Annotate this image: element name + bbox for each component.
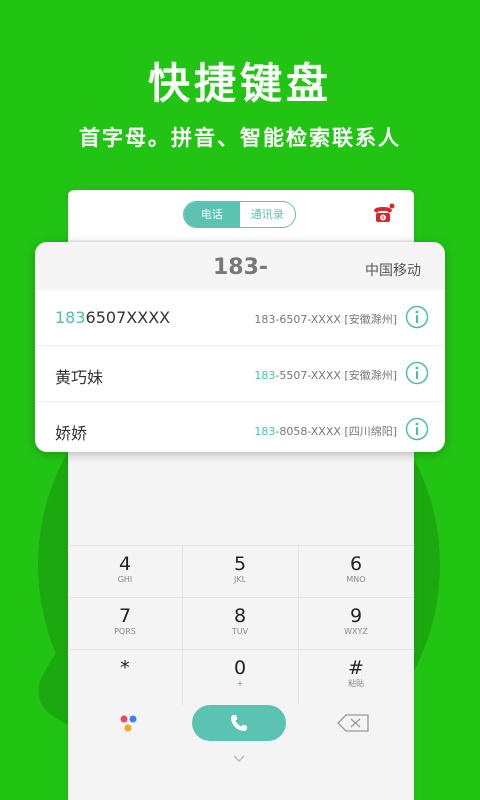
info-icon[interactable]: [405, 417, 429, 441]
hide-keypad-icon[interactable]: [231, 753, 247, 765]
key-hash[interactable]: # 粘贴: [299, 651, 413, 701]
svg-text:¥: ¥: [381, 216, 384, 222]
result-row[interactable]: 娇娇 183-8058-XXXX [四川绵阳]: [35, 402, 445, 452]
key-star[interactable]: *: [68, 651, 182, 701]
tab-switcher: 电话 通讯录: [183, 201, 296, 228]
tab-phone[interactable]: 电话: [184, 202, 240, 227]
result-detail: 183-8058-XXXX [四川绵阳]: [254, 425, 397, 438]
red-telephone-icon[interactable]: ¥: [371, 203, 395, 225]
key-0[interactable]: 0 +: [183, 651, 297, 701]
result-name: 娇娇: [55, 424, 88, 443]
tab-contacts[interactable]: 通讯录: [240, 202, 296, 227]
backspace-icon[interactable]: [336, 713, 372, 733]
keypad-divider: [68, 545, 414, 546]
key-9[interactable]: 9 WXYZ: [299, 599, 413, 649]
info-icon[interactable]: [405, 361, 429, 385]
call-button[interactable]: [192, 705, 286, 741]
key-8[interactable]: 8 TUV: [183, 599, 297, 649]
typed-number: 183-: [213, 255, 269, 280]
result-row[interactable]: 1836507XXXX 183-6507-XXXX [安徽滁州]: [35, 290, 445, 346]
result-name: 黄巧妹: [55, 368, 104, 387]
dialer-header: 电话 通讯录 ¥: [68, 190, 414, 240]
keypad-divider: [68, 649, 414, 650]
colored-dots-icon[interactable]: [118, 713, 138, 735]
dial-keypad: 4 GHI 5 JKL 6 MNO 7 PQRS 8 TUV 9 WXYZ * 0 + # 粘贴: [68, 545, 414, 705]
keypad-divider: [68, 597, 414, 598]
phone-handset-icon: [231, 715, 247, 731]
result-detail: 183-5507-XXXX [安徽滁州]: [254, 369, 397, 382]
promo-title: 快捷键盘: [147, 59, 332, 108]
result-detail: 183-6507-XXXX [安徽滁州]: [254, 313, 397, 326]
key-7[interactable]: 7 PQRS: [68, 599, 182, 649]
result-name: 1836507XXXX: [55, 308, 171, 327]
search-results-card: 183- 中国移动 1836507XXXX 183-6507-XXXX [安徽滁…: [35, 242, 445, 452]
info-icon[interactable]: [405, 305, 429, 329]
result-row[interactable]: 黄巧妹 183-5507-XXXX [安徽滁州]: [35, 346, 445, 402]
carrier-label: 中国移动: [365, 263, 421, 279]
key-5[interactable]: 5 JKL: [183, 547, 297, 597]
dialer-bottom-bar: [68, 705, 414, 800]
dial-input-bar: 183- 中国移动: [35, 242, 445, 290]
key-4[interactable]: 4 GHI: [68, 547, 182, 597]
promo-subtitle: 首字母。拼音、智能检索联系人: [79, 126, 401, 150]
key-6[interactable]: 6 MNO: [299, 547, 413, 597]
